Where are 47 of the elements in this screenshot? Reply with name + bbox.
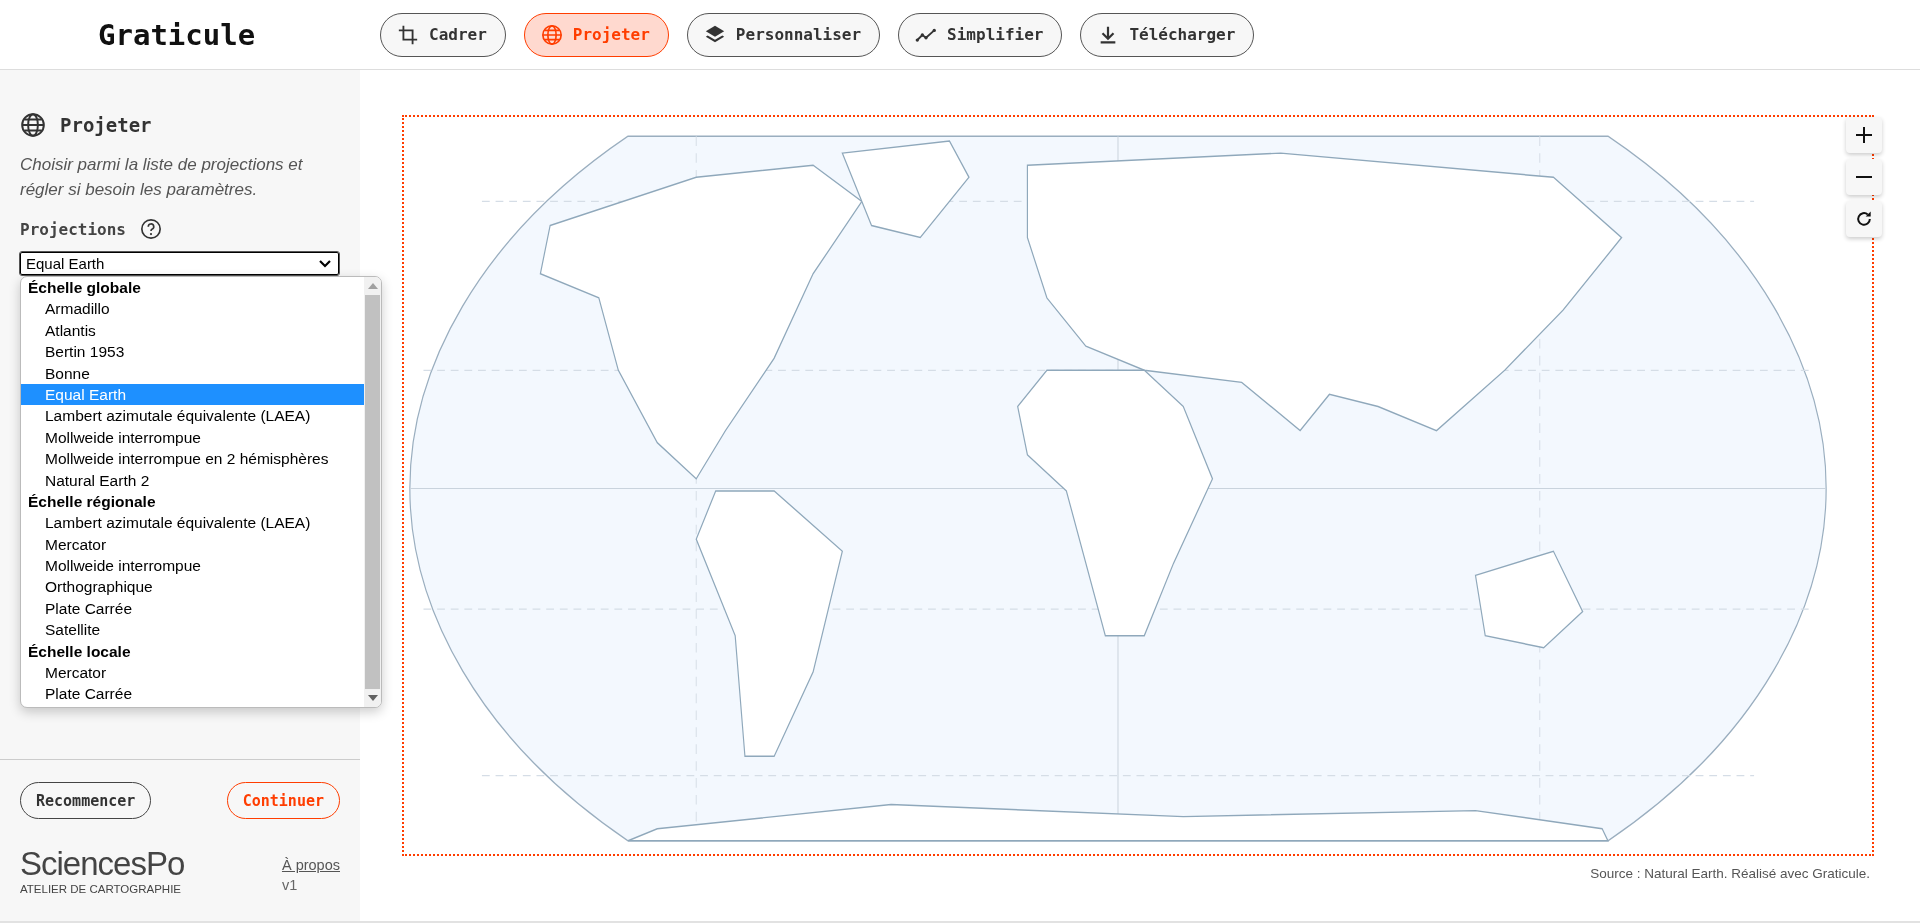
projection-select[interactable]: Equal Earth: [20, 252, 339, 275]
zoom-in-button[interactable]: [1846, 117, 1882, 153]
help-icon[interactable]: [139, 218, 162, 240]
section-title: Projeter: [60, 114, 152, 136]
dropdown-option[interactable]: Plate Carrée: [21, 683, 364, 705]
crop-icon: [397, 23, 419, 46]
globe-icon: [20, 112, 46, 138]
dropdown-option[interactable]: Lambert azimutale équivalente (LAEA): [21, 405, 364, 427]
dropdown-option[interactable]: Bertin 1953: [21, 341, 364, 363]
scroll-down-icon[interactable]: [367, 695, 378, 701]
dropdown-option[interactable]: Bonne: [21, 362, 364, 384]
dropdown-option[interactable]: Mollweide interrompue: [21, 555, 364, 577]
dropdown-option[interactable]: Satellite: [21, 619, 364, 641]
dropdown-option[interactable]: Orthographique: [21, 576, 364, 598]
option-group-label: Échelle régionale: [27, 491, 157, 512]
brand-logo: SciencesPo: [20, 847, 185, 881]
source-caption: Source : Natural Earth. Réalisé avec Graticule.: [1589, 866, 1871, 881]
nav-tab[interactable]: Cadrer: [380, 12, 506, 57]
dropdown-option[interactable]: Atlantis: [21, 319, 364, 342]
dropdown-option[interactable]: Mercator: [21, 533, 364, 556]
globe-icon: [540, 23, 563, 46]
about-link[interactable]: À propos: [281, 855, 340, 875]
option-group-label: Échelle globale: [27, 278, 142, 298]
minus-icon: [1855, 175, 1873, 179]
dropdown-option[interactable]: Mollweide interrompue en 2 hémisphères: [21, 448, 364, 470]
reset-button[interactable]: [1846, 201, 1882, 237]
dropdown-option[interactable]: Armadillo: [21, 298, 364, 320]
zoom-out-button[interactable]: [1846, 159, 1882, 195]
nav-tab[interactable]: Simplifier: [898, 12, 1063, 57]
dropdown-option[interactable]: Plate Carrée: [21, 597, 364, 620]
nav-tab[interactable]: Télécharger: [1080, 12, 1255, 57]
app-logo: Graticule: [97, 17, 257, 52]
chevron-down-icon: [318, 258, 332, 269]
plus-icon: [1855, 126, 1873, 144]
section-description: Choisir parmi la liste de projections et régler si besoin les paramètres.: [20, 154, 304, 201]
version-label: v1: [281, 876, 299, 895]
dropdown-option[interactable]: Mercator: [21, 662, 364, 684]
projections-label: Projections: [20, 219, 126, 239]
dropdown-option[interactable]: Mollweide interrompue: [21, 426, 364, 449]
brand-subtitle: ATELIER DE CARTOGRAPHIE: [20, 883, 183, 895]
option-group-label: Échelle locale: [27, 641, 132, 662]
scrollbar[interactable]: [364, 277, 381, 707]
dropdown-option[interactable]: Natural Earth 2: [21, 469, 364, 491]
refresh-icon: [1854, 209, 1874, 229]
dropdown-option[interactable]: Lambert azimutale équivalente (LAEA): [21, 512, 364, 534]
scrollbar-thumb[interactable]: [365, 295, 380, 689]
nav-tab[interactable]: Personnaliser: [686, 12, 881, 57]
